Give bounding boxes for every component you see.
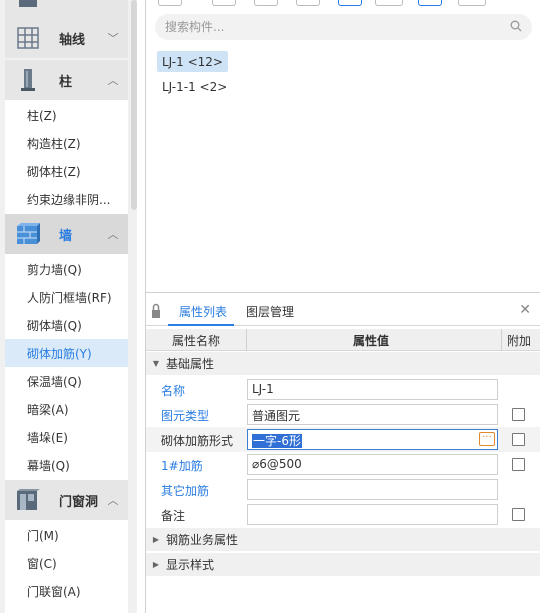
- sidebar-item-masonry-column[interactable]: 砌体柱(Z): [5, 157, 128, 185]
- chevron-down-icon: ﹀: [107, 32, 119, 45]
- selected-text: 一字-6形: [252, 434, 302, 448]
- sidebar-item-door[interactable]: 门(M): [5, 521, 128, 549]
- active-tab-indicator: [168, 324, 234, 326]
- toolbar-button[interactable]: [375, 0, 403, 6]
- group-basic-properties[interactable]: ▼ 基础属性: [146, 352, 540, 375]
- sidebar-category-wall[interactable]: 墙 ︿: [5, 214, 128, 254]
- wall-icon: [15, 221, 41, 247]
- chevron-up-icon: ︿: [107, 74, 119, 87]
- extra-checkbox[interactable]: [512, 458, 525, 471]
- chevron-up-icon: ︿: [107, 494, 119, 507]
- sidebar-item-civil-defense-wall[interactable]: 人防门框墙(RF): [5, 283, 128, 311]
- extra-checkbox[interactable]: [512, 508, 525, 521]
- sidebar: 轴线 ﹀ 柱 ︿ 柱(Z) 构造柱(Z) 砌体柱(Z) 约束边缘非阴... 墙 …: [0, 0, 137, 613]
- ellipsis-button[interactable]: ···: [479, 432, 495, 446]
- tab-property-list[interactable]: 属性列表: [179, 303, 227, 320]
- property-row: 1#加筋 ⌀6@500: [146, 452, 540, 477]
- column-icon: [15, 67, 41, 93]
- property-name: 图元类型: [161, 409, 210, 423]
- property-row: 其它加筋: [146, 477, 540, 502]
- pin-icon[interactable]: [150, 302, 162, 320]
- property-value-input[interactable]: LJ-1: [247, 379, 498, 400]
- component-item[interactable]: LJ-1-1 <2>: [157, 76, 232, 97]
- toolbar-button[interactable]: [338, 0, 362, 6]
- property-value-input[interactable]: 普通图元: [247, 404, 498, 425]
- group-display-style[interactable]: ▶ 显示样式: [146, 553, 540, 576]
- toolbar-button[interactable]: [212, 0, 236, 6]
- extra-checkbox[interactable]: [512, 433, 525, 446]
- sidebar-category-label: 门窗洞: [59, 494, 99, 510]
- sidebar-item-insulation-wall[interactable]: 保温墙(Q): [5, 367, 128, 395]
- property-name: 砌体加筋形式: [161, 434, 234, 448]
- sidebar-item-wall-pier[interactable]: 墙垛(E): [5, 423, 128, 451]
- properties-grid-header: 属性名称 属性值 附加: [146, 329, 540, 351]
- tab-layer-management[interactable]: 图层管理: [246, 303, 294, 320]
- extra-checkbox[interactable]: [512, 408, 525, 421]
- search-input[interactable]: [165, 20, 510, 34]
- sidebar-scrollbar[interactable]: [131, 0, 137, 210]
- search-icon[interactable]: [510, 20, 522, 35]
- sidebar-item-column[interactable]: 柱(Z): [5, 101, 128, 129]
- property-row: 砌体加筋形式 一字-6形 ···: [146, 427, 540, 452]
- component-item[interactable]: LJ-1 <12>: [157, 51, 228, 72]
- expand-icon: ▶: [152, 560, 160, 569]
- collapse-icon: ▼: [152, 359, 160, 368]
- sidebar-category-label: 柱: [59, 74, 73, 90]
- chevron-up-icon: ︿: [107, 228, 119, 241]
- properties-tab-bar: 属性列表 图层管理 ✕: [146, 298, 540, 326]
- toolbar-button[interactable]: [418, 0, 442, 6]
- panel-splitter[interactable]: [146, 292, 540, 293]
- property-value-input[interactable]: [247, 504, 498, 525]
- property-value-input[interactable]: [247, 479, 498, 500]
- sidebar-category-column[interactable]: 柱 ︿: [5, 60, 128, 100]
- door-window-icon: [15, 487, 41, 513]
- toolbar-button[interactable]: [254, 0, 278, 6]
- property-value-input[interactable]: ⌀6@500: [247, 454, 498, 475]
- sidebar-category-label: 墙: [59, 228, 73, 244]
- sidebar-category-axis[interactable]: 轴线 ﹀: [5, 18, 128, 58]
- property-name: 名称: [161, 384, 186, 398]
- sidebar-item-boundary[interactable]: 约束边缘非阴...: [5, 185, 128, 213]
- grid-icon: [15, 25, 41, 51]
- column-header-value: 属性值: [353, 334, 390, 348]
- sidebar-category-label: 轴线: [59, 32, 86, 48]
- component-icon: [15, 0, 41, 11]
- group-rebar-properties[interactable]: ▶ 钢筋业务属性: [146, 528, 540, 551]
- property-row: 图元类型 普通图元: [146, 402, 540, 427]
- sidebar-item-constructional-column[interactable]: 构造柱(Z): [5, 129, 128, 157]
- sidebar-category-partial[interactable]: [5, 0, 128, 18]
- toolbar-button[interactable]: [458, 0, 486, 6]
- property-value-input[interactable]: 一字-6形 ···: [247, 429, 498, 450]
- close-icon[interactable]: ✕: [519, 302, 531, 318]
- column-header-name: 属性名称: [172, 334, 221, 348]
- toolbar-button[interactable]: [296, 0, 320, 6]
- property-name: 其它加筋: [161, 484, 210, 498]
- expand-icon: ▶: [152, 535, 160, 544]
- sidebar-item-masonry-wall[interactable]: 砌体墙(Q): [5, 311, 128, 339]
- property-row: 名称 LJ-1: [146, 377, 540, 402]
- sidebar-item-curtain-wall[interactable]: 幕墙(Q): [5, 451, 128, 479]
- group-label: 钢筋业务属性: [166, 533, 239, 547]
- group-label: 基础属性: [166, 357, 215, 371]
- sidebar-item-window[interactable]: 窗(C): [5, 549, 128, 577]
- sidebar-item-masonry-rebar[interactable]: 砌体加筋(Y): [5, 339, 128, 367]
- search-bar: [155, 14, 532, 40]
- sidebar-item-door-window[interactable]: 门联窗(A): [5, 577, 128, 605]
- property-name: 备注: [161, 509, 186, 523]
- group-label: 显示样式: [166, 558, 215, 572]
- property-row: 备注: [146, 502, 540, 527]
- toolbar-button[interactable]: [158, 0, 182, 6]
- property-name: 1#加筋: [161, 459, 203, 473]
- sidebar-item-hidden-beam[interactable]: 暗梁(A): [5, 395, 128, 423]
- column-header-extra: 附加: [507, 334, 532, 348]
- sidebar-item-shear-wall[interactable]: 剪力墙(Q): [5, 255, 128, 283]
- sidebar-category-door-window[interactable]: 门窗洞 ︿: [5, 480, 128, 520]
